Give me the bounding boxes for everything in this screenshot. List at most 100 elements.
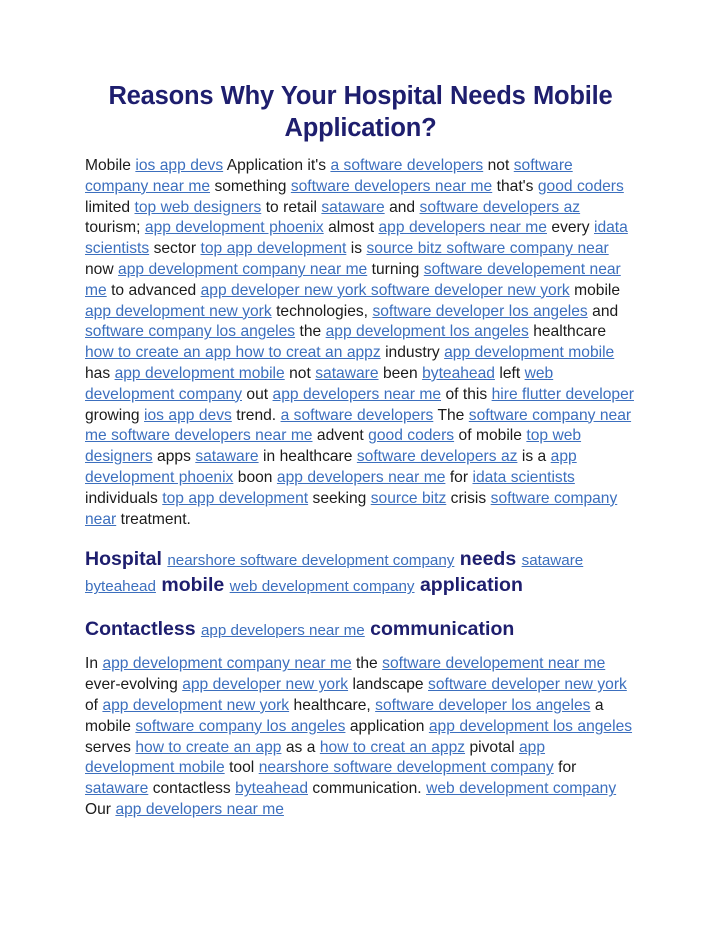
text-run: left (494, 364, 525, 382)
link-source-bitz-software-company-near[interactable]: source bitz software company near (366, 240, 608, 257)
link-app-development-company-near-me[interactable]: app development company near me (118, 261, 367, 278)
link-web-development-company-2[interactable]: web development company (230, 578, 415, 595)
link-how-to-create-an-app-2[interactable]: how to create an app (135, 739, 281, 756)
text-run: for (445, 468, 473, 486)
text-run: that's (492, 177, 538, 195)
text-run: mobile (569, 281, 621, 299)
link-software-developer-new-york[interactable]: software developer new york (428, 676, 627, 693)
link-software-company-los-angeles[interactable]: software company los angeles (85, 323, 295, 340)
text-run: of this (441, 385, 492, 403)
text-run: been (378, 364, 423, 382)
heading-text-run: application (414, 574, 523, 597)
text-run: ever-evolving (85, 676, 183, 694)
heading-text-run: mobile (155, 574, 230, 597)
heading-text-run: needs (454, 548, 522, 571)
text-run: and (384, 198, 420, 216)
link-app-development-mobile-2[interactable]: app development mobile (115, 365, 285, 382)
link-app-development-los-angeles-2[interactable]: app development los angeles (429, 718, 632, 735)
link-app-development-new-york-2[interactable]: app development new york (102, 697, 289, 714)
text-run: The (433, 406, 469, 424)
link-top-web-designers[interactable]: top web designers (135, 199, 262, 216)
link-software-developers-near-me[interactable]: software developers near me (291, 178, 492, 195)
text-run: Mobile (85, 157, 136, 174)
link-source-bitz[interactable]: source bitz (371, 490, 447, 507)
link-hire-flutter-developer[interactable]: hire flutter developer (492, 386, 634, 403)
document-page: Reasons Why Your Hospital Needs Mobile A… (0, 0, 720, 931)
link-software-developer-los-angeles[interactable]: software developer los angeles (372, 303, 587, 320)
heading-text-run: Hospital (85, 548, 168, 571)
text-run: communication. (308, 780, 427, 798)
link-software-developer-los-angeles-2[interactable]: software developer los angeles (375, 697, 590, 714)
link-a-software-developers[interactable]: a software developers (330, 157, 483, 174)
text-run: apps (152, 448, 196, 466)
link-app-developer-new-york-2[interactable]: app developer new york (182, 676, 348, 693)
link-sataware[interactable]: sataware (321, 199, 384, 216)
link-software-developement-near-me-2[interactable]: software developement near me (382, 655, 605, 672)
link-top-app-development-2[interactable]: top app development (162, 490, 308, 507)
page-title: Reasons Why Your Hospital Needs Mobile A… (108, 82, 613, 142)
link-app-developers-near-me[interactable]: app developers near me (379, 219, 547, 236)
link-byteahead[interactable]: byteahead (422, 365, 495, 382)
text-run: Application it's (223, 157, 331, 174)
link-app-developers-near-me-3[interactable]: app developers near me (277, 469, 445, 486)
text-run: tourism; (85, 219, 145, 237)
text-run: In (85, 655, 103, 673)
text-run: and (587, 302, 619, 320)
text-run: serves (85, 738, 136, 756)
text-run: individuals (85, 489, 163, 507)
link-app-development-mobile[interactable]: app development mobile (444, 344, 614, 361)
link-app-development-phoenix[interactable]: app development phoenix (145, 219, 324, 236)
text-run: tool (224, 759, 259, 777)
link-how-to-create-an-app[interactable]: how to create an app how to creat an app… (85, 344, 381, 361)
text-run: pivotal (465, 738, 519, 756)
link-ios-app-devs[interactable]: ios app devs (135, 157, 223, 174)
text-run: healthcare (528, 323, 607, 341)
link-idata-scientists-2[interactable]: idata scientists (472, 469, 574, 486)
body-paragraph-1: Mobile ios app devs Application it's a s… (85, 156, 636, 530)
link-a-software-developers-2[interactable]: a software developers (281, 407, 434, 424)
link-good-coders-2[interactable]: good coders (368, 427, 454, 444)
text-run: of mobile (454, 427, 527, 445)
text-run: boon (233, 468, 277, 486)
link-top-app-development[interactable]: top app development (200, 240, 346, 257)
text-run: out (242, 385, 273, 403)
link-sataware-3[interactable]: sataware (195, 448, 258, 465)
text-run: has (85, 364, 115, 382)
text-run: every (546, 219, 594, 237)
text-run: trend. (231, 406, 281, 424)
link-app-developers-near-me-5[interactable]: app developers near me (115, 801, 283, 818)
text-run: the (351, 655, 383, 673)
link-software-company-los-angeles-2[interactable]: software company los angeles (135, 718, 345, 735)
link-byteahead-2[interactable]: byteahead (235, 780, 308, 797)
text-run: as a (281, 738, 320, 756)
link-nearshore-software-development-company-2[interactable]: nearshore software development company (259, 759, 554, 776)
text-run: now (85, 260, 119, 278)
link-sataware-4[interactable]: sataware (85, 780, 148, 797)
link-app-developers-near-me-4[interactable]: app developers near me (201, 622, 365, 639)
link-app-developers-near-me-2[interactable]: app developers near me (273, 386, 441, 403)
text-run: crisis (446, 489, 491, 507)
link-sataware-2[interactable]: sataware (315, 365, 378, 382)
text-run: growing (85, 406, 145, 424)
text-run: not (284, 364, 316, 382)
text-run: Our (85, 800, 116, 818)
text-run: contactless (148, 780, 236, 798)
body-paragraph-2: In app development company near me the s… (85, 654, 636, 820)
link-good-coders[interactable]: good coders (538, 178, 624, 195)
link-web-development-company-3[interactable]: web development company (426, 780, 616, 797)
heading-text-run: communication (364, 618, 515, 641)
text-run: not (483, 157, 514, 174)
text-run: is a (517, 448, 551, 466)
text-run: in healthcare (258, 448, 357, 466)
text-run: technologies, (271, 302, 373, 320)
link-app-development-new-york[interactable]: app development new york (85, 303, 272, 320)
link-software-developers-az-2[interactable]: software developers az (357, 448, 518, 465)
link-app-developer-new-york[interactable]: app developer new york software develope… (201, 282, 570, 299)
link-app-development-los-angeles[interactable]: app development los angeles (326, 323, 529, 340)
link-app-development-company-near-me-2[interactable]: app development company near me (102, 655, 351, 672)
text-run: to retail (261, 198, 322, 216)
link-software-developers-az[interactable]: software developers az (420, 199, 581, 216)
link-how-to-creat-an-appz[interactable]: how to creat an appz (320, 739, 465, 756)
link-nearshore-software-development-company[interactable]: nearshore software development company (167, 552, 454, 569)
link-ios-app-devs-2[interactable]: ios app devs (144, 407, 232, 424)
